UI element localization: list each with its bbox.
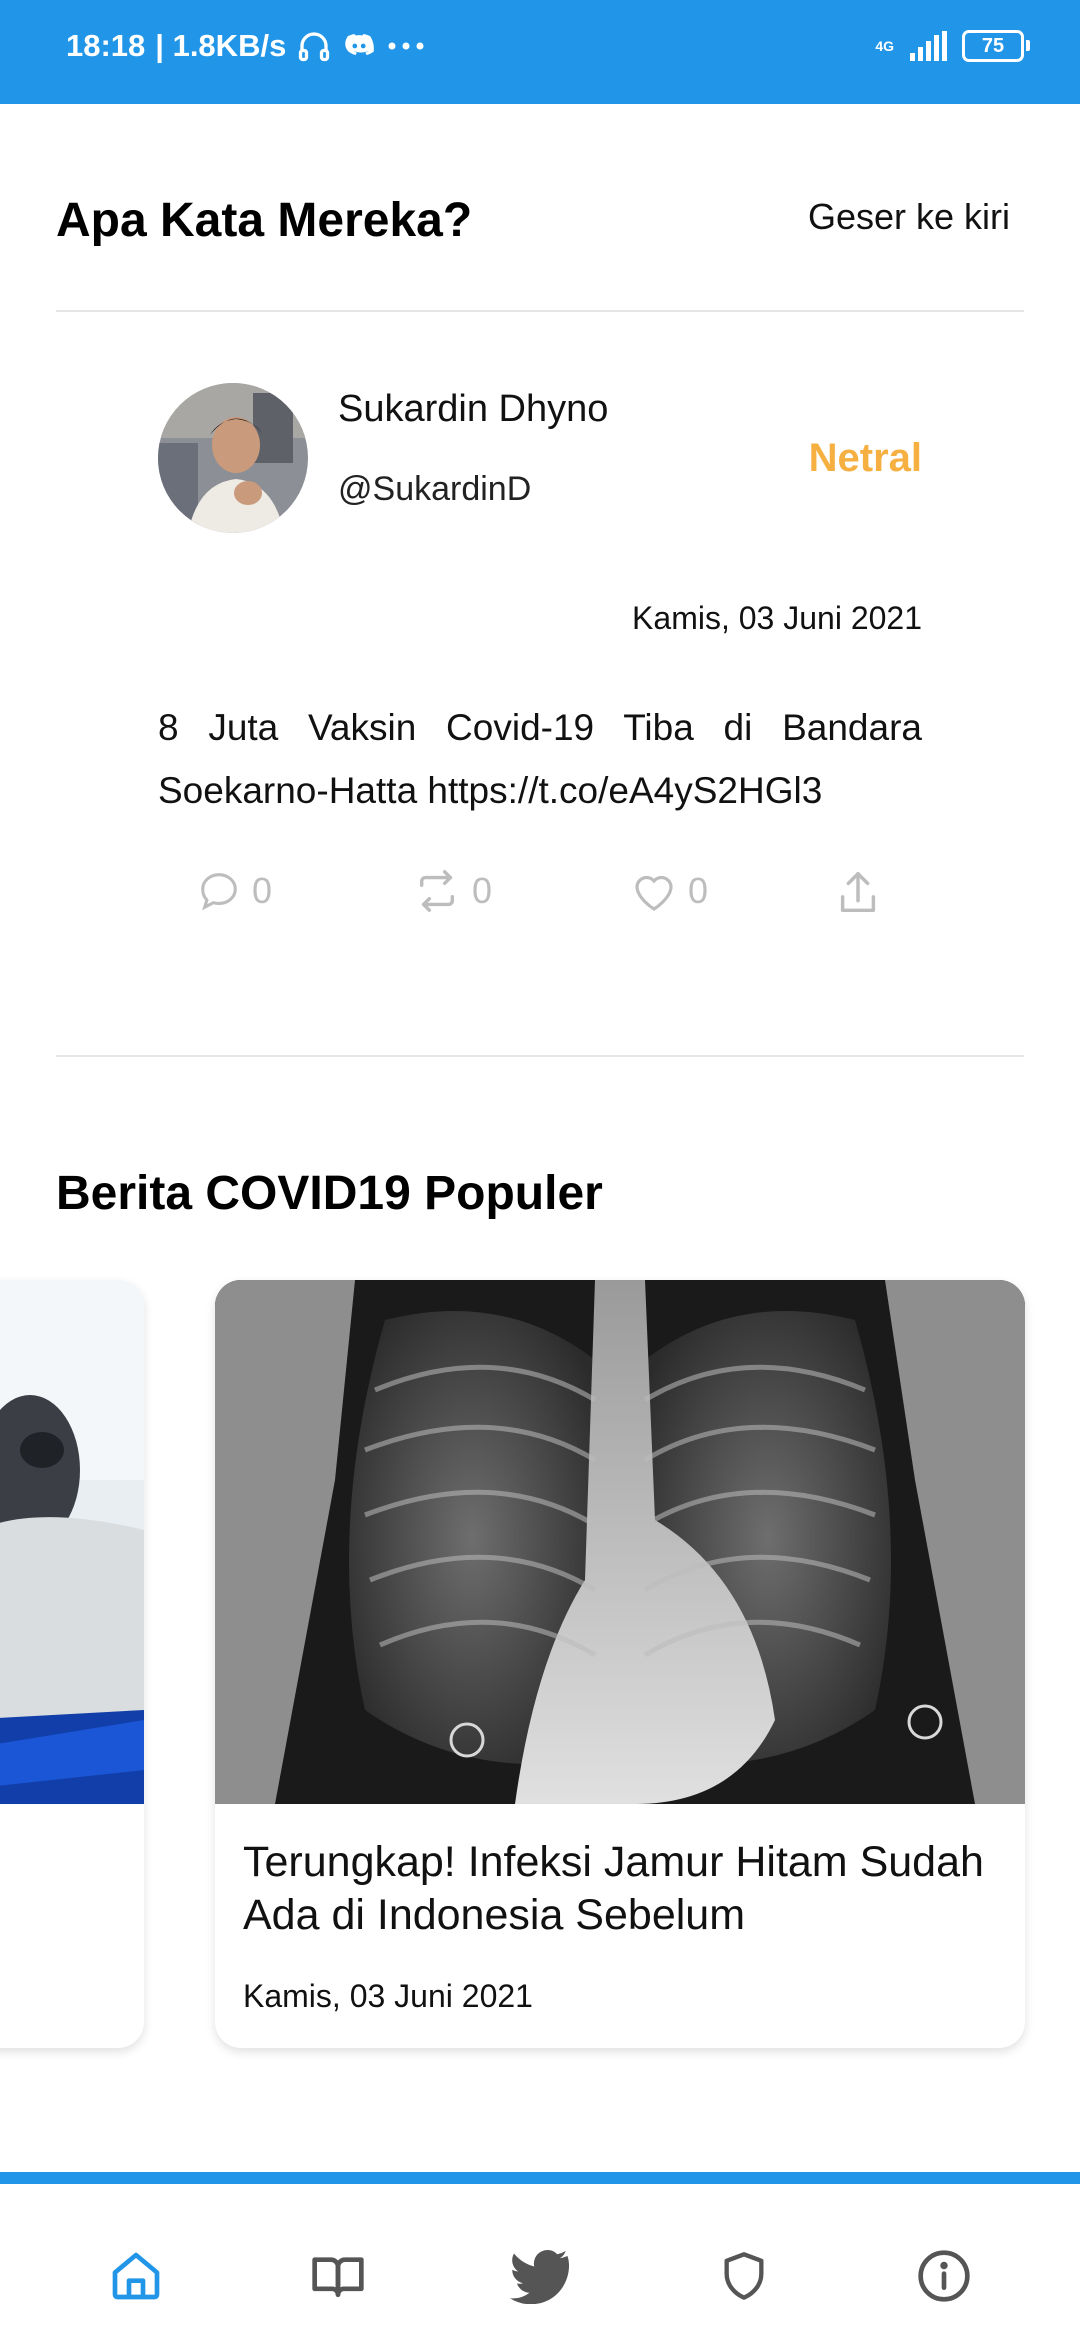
home-icon — [112, 2252, 160, 2300]
reply-count: 0 — [252, 870, 273, 911]
avatar[interactable] — [158, 383, 308, 533]
battery-level: 75 — [981, 34, 1005, 57]
tweet-author-handle[interactable]: @SukardinD — [338, 470, 531, 509]
retweet-icon — [419, 870, 455, 912]
news-carousel[interactable]: Terungkap! Infeksi Jamur Hitam Sudah Ada… — [0, 1280, 1080, 2060]
nav-news[interactable] — [306, 2244, 370, 2308]
book-icon — [312, 2257, 364, 2297]
divider-top — [56, 310, 1024, 312]
heart-icon — [635, 875, 673, 911]
news-card-date: Kamis, 03 Juni 2021 — [243, 1978, 533, 2014]
news-image-previous — [0, 1280, 144, 1804]
tweet-date: Kamis, 03 Juni 2021 — [632, 600, 922, 636]
tweet-text[interactable]: 8 Juta Vaksin Covid-19 Tiba di Bandara S… — [158, 696, 922, 822]
share-button[interactable] — [836, 868, 880, 918]
like-button[interactable]: 0 — [630, 868, 708, 914]
reply-button[interactable]: 0 — [196, 868, 272, 914]
signal-icon — [910, 31, 947, 61]
headphones-icon — [299, 32, 330, 62]
shield-icon — [724, 2252, 764, 2300]
retweet-count: 0 — [472, 870, 493, 911]
status-bar: 18:18 | 1.8KB/s 4G 75 — [0, 0, 1080, 104]
news-image — [215, 1280, 1025, 1804]
bottom-nav — [0, 2172, 1080, 2340]
section-title-news: Berita COVID19 Populer — [56, 1167, 603, 1220]
tweet-actions: 0 0 0 — [196, 868, 896, 924]
swipe-hint: Geser ke kiri — [807, 196, 1010, 237]
info-icon — [918, 2250, 970, 2302]
sentiment-badge: Netral — [808, 436, 922, 480]
news-card-previous[interactable] — [0, 1280, 144, 2048]
like-count: 0 — [688, 870, 709, 911]
status-right: 4G 75 — [875, 30, 1030, 62]
nav-home[interactable] — [104, 2244, 168, 2308]
nav-protection[interactable] — [712, 2244, 776, 2308]
status-left: 18:18 | 1.8KB/s — [66, 28, 426, 64]
section-title-opinions: Apa Kata Mereka? — [56, 194, 473, 247]
news-card-title[interactable]: Terungkap! Infeksi Jamur Hitam Sudah Ada… — [243, 1836, 1003, 1942]
discord-icon — [345, 34, 375, 56]
tweet-author-name[interactable]: Sukardin Dhyno — [338, 388, 608, 431]
news-card[interactable]: Terungkap! Infeksi Jamur Hitam Sudah Ada… — [215, 1280, 1025, 2048]
nav-info[interactable] — [912, 2244, 976, 2308]
network-type: 4G — [875, 38, 894, 54]
twitter-icon — [510, 2250, 569, 2304]
share-icon — [840, 872, 876, 913]
status-time: 18:18 — [66, 28, 146, 63]
divider-bottom — [56, 1055, 1024, 1057]
battery-icon: 75 — [962, 30, 1030, 62]
nav-twitter[interactable] — [508, 2244, 572, 2308]
status-speed: | 1.8KB/s — [155, 28, 287, 63]
retweet-button[interactable]: 0 — [412, 868, 492, 914]
more-icon — [388, 42, 424, 50]
reply-icon — [201, 873, 237, 911]
